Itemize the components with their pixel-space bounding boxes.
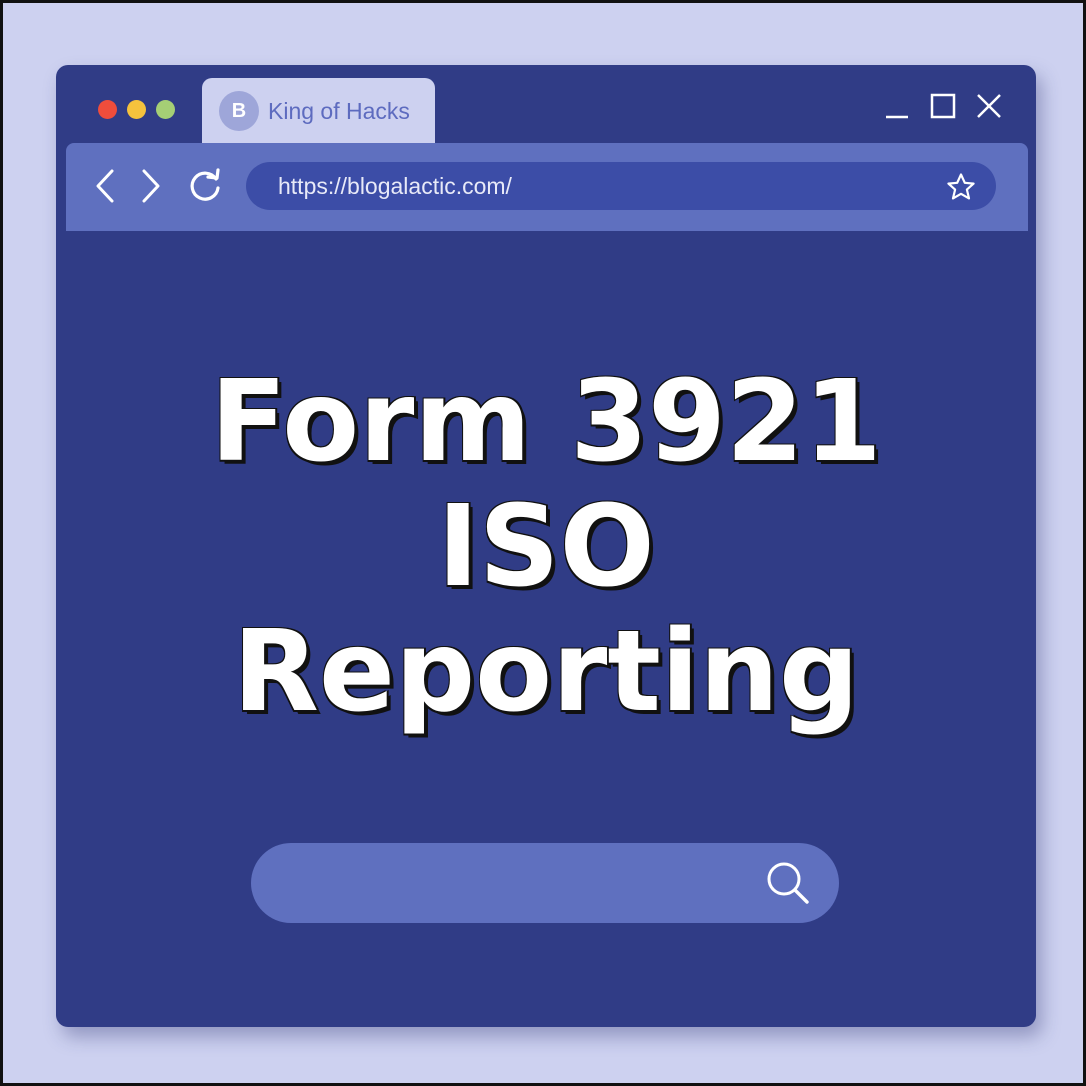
browser-toolbar: https://blogalactic.com/ [66,143,1028,231]
browser-tab[interactable]: B King of Hacks [202,78,435,144]
star-icon[interactable] [946,172,976,206]
headline-line-3: Reporting [232,607,860,737]
search-icon[interactable] [765,860,811,910]
maximize-icon[interactable] [930,93,956,119]
tab-title: King of Hacks [268,97,410,124]
reload-icon[interactable] [186,167,224,209]
minimize-dot-icon[interactable] [127,100,146,119]
address-bar[interactable]: https://blogalactic.com/ [246,162,996,210]
back-arrow-icon[interactable] [94,167,118,209]
browser-window: B King of Hacks https://blogalactic.com/… [56,65,1036,1027]
search-input[interactable] [281,861,751,905]
search-bar[interactable] [251,843,839,923]
page-frame: B King of Hacks https://blogalactic.com/… [0,0,1086,1086]
headline-line-1: Form 3921 [210,357,882,487]
maximize-dot-icon[interactable] [156,100,175,119]
window-controls [884,93,1002,119]
minimize-icon[interactable] [884,93,910,119]
page-headline: Form 3921 ISO Reporting [56,360,1036,735]
close-dot-icon[interactable] [98,100,117,119]
window-dots [98,100,175,120]
close-icon[interactable] [976,93,1002,119]
forward-arrow-icon[interactable] [138,167,162,209]
headline-line-2: ISO [437,482,655,612]
tab-favicon: B [219,91,259,131]
url-text: https://blogalactic.com/ [278,172,512,199]
